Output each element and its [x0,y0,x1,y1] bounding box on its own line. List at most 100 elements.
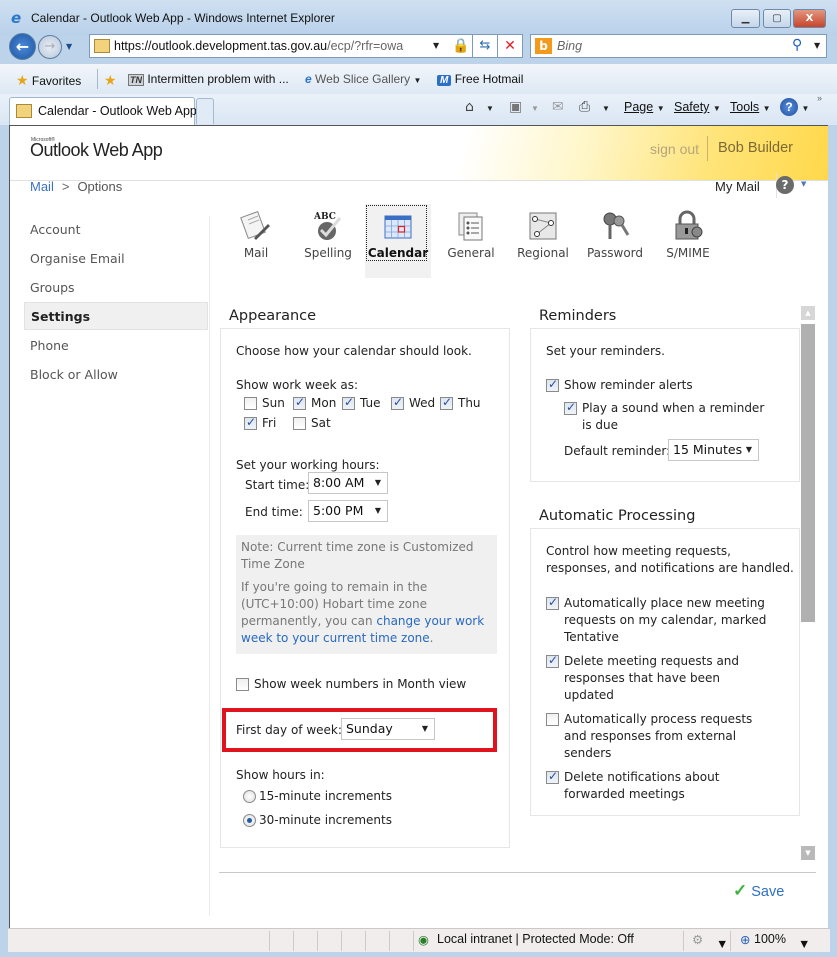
category-general[interactable]: General [438,204,504,278]
category-calendar[interactable]: Calendar [365,204,431,278]
sidebar-item-organise-email[interactable]: Organise Email [24,245,208,273]
search-options-dropdown-icon[interactable]: ▼ [814,41,820,50]
category-regional[interactable]: Regional [510,204,576,278]
minimize-button[interactable]: ▁ [731,9,760,28]
my-mail-link[interactable]: My Mail [715,179,760,194]
window-title: Calendar - Outlook Web App - Windows Int… [31,11,335,25]
category-mail[interactable]: Mail [223,204,289,278]
zoom-level[interactable]: 100% [754,932,786,946]
checkbox-tue[interactable] [342,395,355,410]
checkbox-show-reminder-alerts[interactable] [546,377,559,392]
url-text[interactable]: https://outlook.development.tas.gov.au/e… [114,39,403,53]
favorite-link-free-hotmail[interactable]: M Free Hotmail [437,72,523,86]
address-dropdown-icon[interactable]: ▼ [433,41,439,50]
checkbox-auto-place-tentative[interactable] [546,595,559,610]
status-separator [341,931,342,951]
back-button[interactable]: ← [9,33,36,60]
status-separator [365,931,366,951]
checkbox-mon[interactable] [293,395,306,410]
favorite-link-web-slice-gallery[interactable]: e Web Slice Gallery ▼ [305,72,421,86]
ap-option-1-line3: Tentative [564,630,619,644]
regional-map-icon [529,212,557,240]
stop-button[interactable]: ✕ [498,34,523,58]
rss-feeds-icon[interactable]: ▣ [509,99,522,115]
print-dropdown-icon[interactable]: ▼ [602,104,610,113]
save-button[interactable]: ✓ Save [733,881,784,901]
browser-tab-active[interactable]: Calendar - Outlook Web App [9,97,197,125]
checkbox-sun[interactable] [244,397,257,410]
favorites-button[interactable]: ★ Favorites [16,72,81,89]
start-time-select[interactable]: 8:00 AM ▼ [308,472,388,494]
scroll-up-button[interactable]: ▲ [801,306,815,320]
toolbar-overflow-button[interactable]: » [817,93,822,103]
help-menu[interactable]: ? ▼ [780,98,809,116]
recent-pages-dropdown[interactable]: ▼ [66,42,72,51]
safety-menu[interactable]: Safety ▼ [674,100,721,114]
scrollbar-thumb[interactable] [801,324,815,622]
add-favorite-star-icon: ★ [104,72,117,88]
sidebar-item-account[interactable]: Account [24,216,208,244]
new-tab-button[interactable] [196,98,214,124]
refresh-button[interactable]: ⇆ [473,34,498,58]
page-menu[interactable]: Page ▼ [624,100,665,114]
checkbox-play-sound[interactable] [564,400,577,415]
security-zone-text[interactable]: Local intranet | Protected Mode: Off [437,932,634,946]
hotmail-icon: M [437,75,452,86]
forward-button[interactable]: → [38,35,62,59]
search-input[interactable]: Bing [557,39,582,53]
checkbox-delete-forwarded-notifications[interactable] [546,769,559,784]
status-separator [683,931,684,951]
add-to-favorites-bar-button[interactable]: ★ [104,72,117,89]
home-icon[interactable]: ⌂ [465,99,474,115]
feeds-dropdown-icon[interactable]: ▼ [531,104,539,113]
breadcrumb-mail-link[interactable]: Mail [30,179,54,194]
tab-page-icon [16,104,32,118]
day-label-thu: Thu [458,396,481,410]
radio-15-minute[interactable] [243,790,256,803]
default-reminder-select[interactable]: 15 Minutes ▼ [668,439,759,461]
sign-out-link[interactable]: sign out [650,141,699,157]
help-dropdown-icon[interactable]: ▼ [801,180,806,188]
checkbox-fri[interactable] [244,415,257,430]
category-spelling[interactable]: ABC Spelling [295,204,361,278]
favorite-link-intermitten[interactable]: TN Intermitten problem with ... [128,72,289,86]
help-button[interactable]: ? [776,176,794,194]
read-mail-icon[interactable]: ✉ [552,99,564,115]
zoom-dropdown-icon[interactable]: ▼ [798,937,810,951]
page-icon [94,39,110,53]
category-password[interactable]: Password [582,204,648,278]
user-name[interactable]: Bob Builder [718,140,793,156]
sidebar-item-phone[interactable]: Phone [24,332,208,360]
automatic-processing-title: Automatic Processing [539,508,696,524]
checkbox-wed[interactable] [391,395,404,410]
popup-blocker-icon[interactable]: ⚙ [692,932,703,947]
address-bar[interactable]: https://outlook.development.tas.gov.au/e… [89,34,473,58]
tab-title: Calendar - Outlook Web App [38,104,197,118]
home-dropdown-icon[interactable]: ▼ [486,104,494,113]
tools-menu[interactable]: Tools ▼ [730,100,771,114]
status-separator [389,931,390,951]
sidebar-item-settings[interactable]: Settings [24,302,208,330]
close-window-button[interactable]: X [793,9,826,28]
work-week-label: Show work week as: [236,378,359,392]
radio-30-minute[interactable] [243,814,256,827]
maximize-button[interactable]: ▢ [763,9,791,28]
checkbox-show-week-numbers[interactable] [236,678,249,691]
sidebar-item-block-or-allow[interactable]: Block or Allow [24,361,208,389]
checkbox-delete-updated-requests[interactable] [546,653,559,668]
checkbox-process-external[interactable] [546,713,559,726]
search-bar[interactable]: b Bing ⚲ ▼ [530,34,827,58]
search-icon[interactable]: ⚲ [792,37,802,53]
ap-option-3-line1: Automatically process requests [564,712,753,726]
category-smime[interactable]: S/MIME [655,204,721,278]
end-time-select[interactable]: 5:00 PM ▼ [308,500,388,522]
scroll-down-button[interactable]: ▼ [801,846,815,860]
sidebar-item-groups[interactable]: Groups [24,274,208,302]
lock-icon[interactable]: 🔒 [452,38,469,54]
footer-separator [219,872,816,873]
print-icon[interactable]: ⎙ [579,99,590,115]
increment-15-label: 15-minute increments [259,789,392,803]
chevron-down-icon[interactable]: ▼ [716,937,728,951]
checkbox-thu[interactable] [440,395,453,410]
checkbox-sat[interactable] [293,417,306,430]
